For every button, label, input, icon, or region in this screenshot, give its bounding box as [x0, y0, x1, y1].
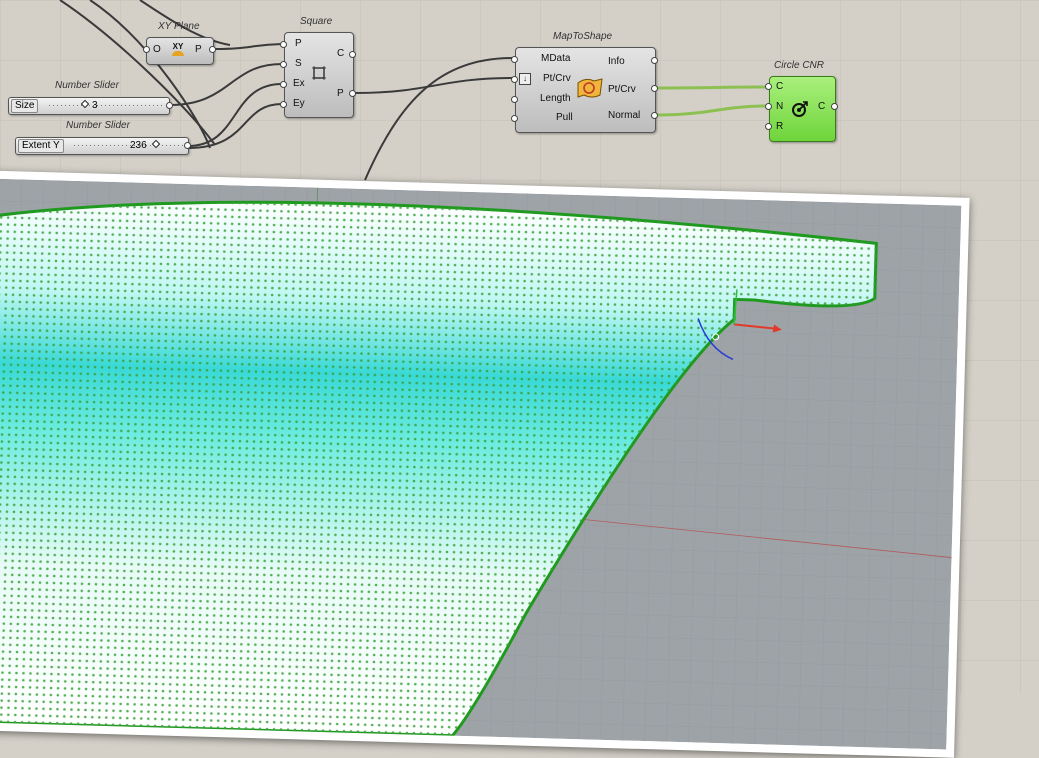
output-p[interactable]: P	[337, 88, 344, 99]
input-r[interactable]: R	[776, 121, 783, 132]
input-ex[interactable]: Ex	[293, 78, 305, 89]
grip[interactable]	[349, 90, 356, 97]
extent-y-slider[interactable]: Extent Y 236	[15, 137, 189, 155]
slider-value: 236	[130, 140, 147, 151]
output-p[interactable]: P	[195, 44, 202, 55]
xy-plane-icon: XY	[169, 42, 187, 58]
size-slider[interactable]: Size 3	[8, 97, 170, 115]
flatten-icon: ↓	[519, 73, 531, 85]
grip[interactable]	[765, 123, 772, 130]
circle-target-icon	[792, 101, 808, 117]
input-ey[interactable]: Ey	[293, 98, 305, 109]
map-to-shape-component[interactable]: MData ↓ Pt/Crv Length Pull Info Pt/Crv N…	[515, 47, 656, 133]
map-to-shape-title: MapToShape	[553, 31, 613, 42]
grip[interactable]	[280, 101, 287, 108]
wire	[187, 103, 283, 149]
slider-label: Extent Y	[18, 139, 64, 153]
viewport-render	[0, 178, 962, 750]
wire	[354, 77, 514, 94]
circle-cnr-title: Circle CNR	[774, 60, 824, 71]
grip[interactable]	[280, 61, 287, 68]
grip[interactable]	[651, 85, 658, 92]
grip[interactable]	[280, 81, 287, 88]
input-s[interactable]: S	[295, 58, 302, 69]
square-grid-icon	[312, 66, 326, 80]
input-pull[interactable]: Pull	[556, 112, 573, 123]
slider-label: Size	[11, 99, 39, 113]
grip[interactable]	[143, 46, 150, 53]
grip[interactable]	[209, 46, 216, 53]
slider-value: 3	[92, 100, 98, 111]
input-c[interactable]: C	[776, 81, 783, 92]
wire	[169, 63, 283, 106]
wire	[187, 83, 283, 147]
output-c[interactable]: C	[818, 101, 825, 112]
square-component[interactable]: P S Ex Ey C P	[284, 32, 354, 118]
xy-plane-title: XY Plane	[158, 21, 200, 32]
grip[interactable]	[831, 103, 838, 110]
grip[interactable]	[349, 51, 356, 58]
xy-plane-component[interactable]: O XY P	[146, 37, 214, 65]
input-p[interactable]: P	[295, 38, 302, 49]
square-title: Square	[300, 16, 333, 27]
grip[interactable]	[184, 142, 191, 149]
slider-size-title: Number Slider	[55, 80, 119, 91]
grip[interactable]	[511, 56, 518, 63]
wire-selected	[656, 85, 769, 90]
input-n[interactable]: N	[776, 101, 783, 112]
grip[interactable]	[651, 112, 658, 119]
wire-selected	[656, 104, 769, 117]
surface-map-icon	[577, 78, 603, 98]
grip[interactable]	[765, 103, 772, 110]
grip[interactable]	[166, 102, 173, 109]
grip[interactable]	[765, 83, 772, 90]
rhino-viewport[interactable]	[0, 170, 970, 758]
slider-extent-title: Number Slider	[66, 120, 130, 131]
output-c[interactable]: C	[337, 48, 344, 59]
input-pt-crv[interactable]: Pt/Crv	[543, 73, 571, 84]
circle-cnr-component[interactable]: C N R C	[769, 76, 836, 142]
wire	[364, 57, 514, 181]
input-mdata[interactable]: MData	[541, 53, 570, 64]
output-pt-crv[interactable]: Pt/Crv	[608, 84, 636, 95]
input-o[interactable]: O	[153, 44, 161, 55]
output-normal[interactable]: Normal	[608, 110, 640, 121]
grip[interactable]	[511, 96, 518, 103]
grip[interactable]	[651, 57, 658, 64]
grip[interactable]	[511, 115, 518, 122]
slider-track[interactable]	[74, 145, 184, 146]
input-length[interactable]: Length	[540, 93, 571, 104]
slider-knob[interactable]	[151, 139, 161, 149]
slider-track[interactable]	[49, 105, 163, 106]
slider-knob[interactable]	[80, 99, 90, 109]
grip[interactable]	[280, 41, 287, 48]
output-info[interactable]: Info	[608, 56, 625, 67]
grip[interactable]	[511, 76, 518, 83]
